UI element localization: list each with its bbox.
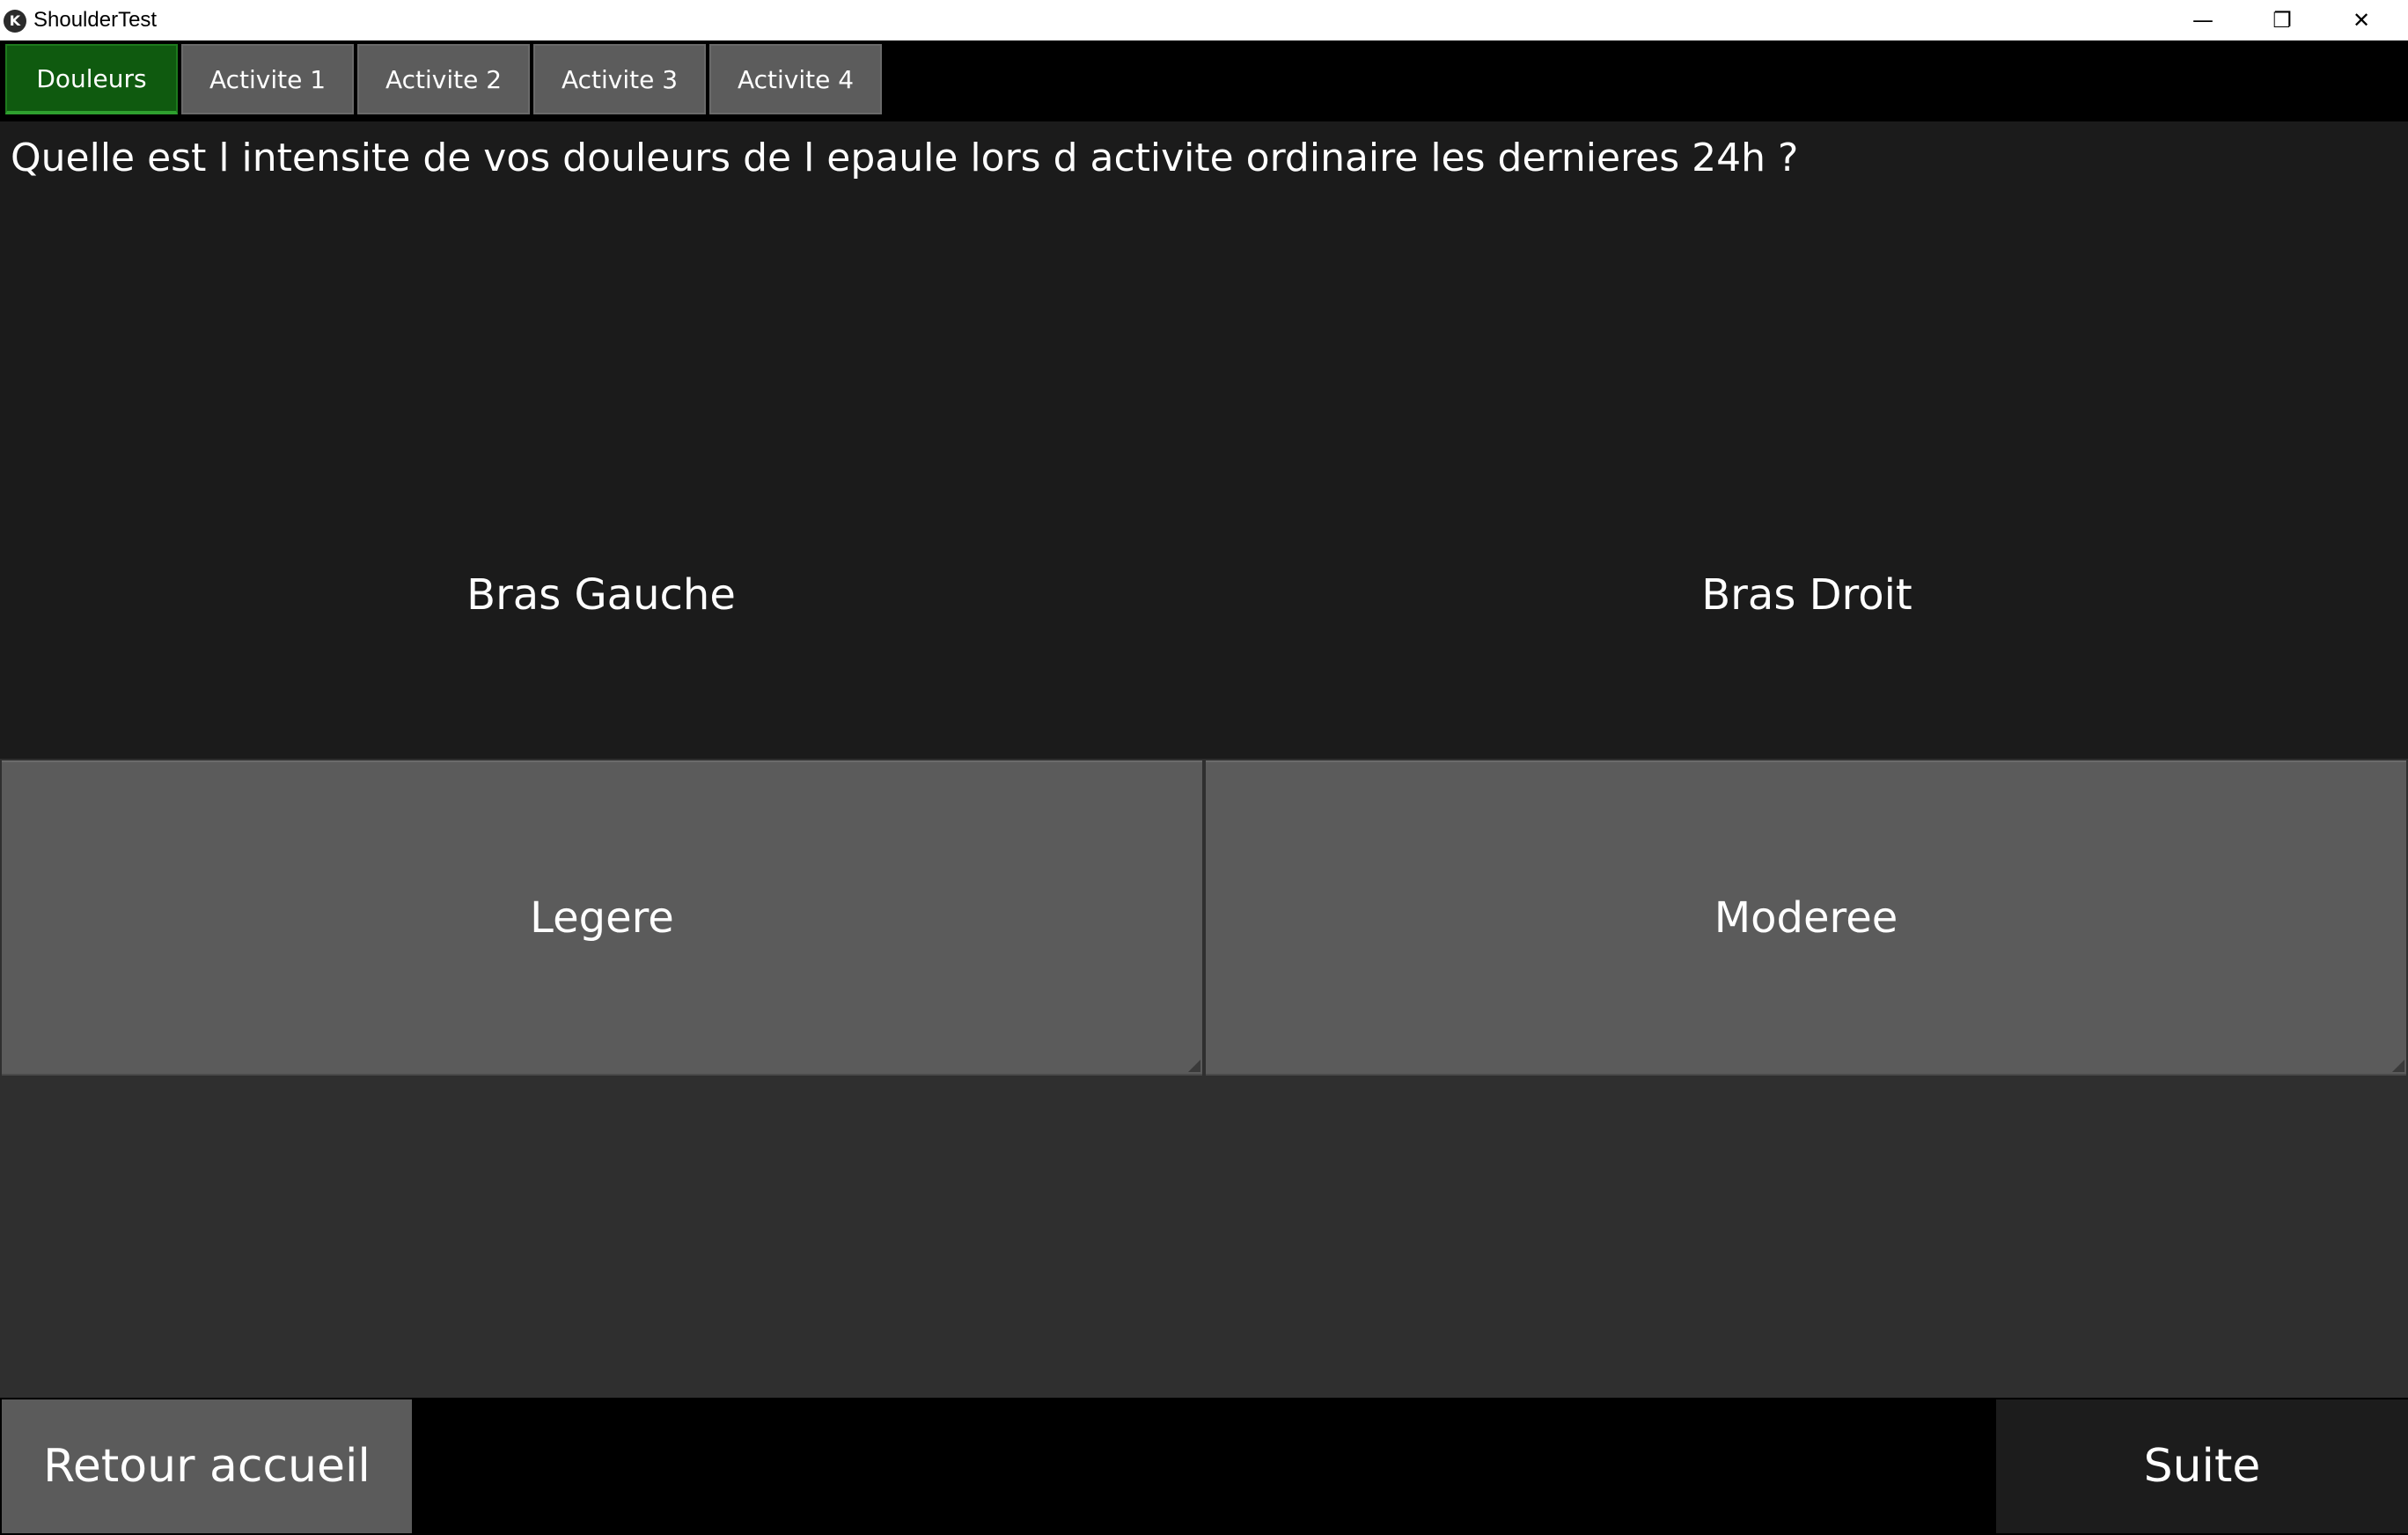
right-arm-answer-label: Moderee: [1714, 893, 1898, 943]
window-title-bar: K ShoulderTest — ❐ ✕: [0, 0, 2408, 40]
question-panel: Quelle est l intensite de vos douleurs d…: [0, 121, 2408, 1398]
tab-activite-2[interactable]: Activite 2: [357, 44, 530, 114]
footer-bar: Retour accueil Suite: [0, 1398, 2408, 1535]
dropdown-corner-icon: [1188, 1060, 1200, 1072]
tab-activite-1[interactable]: Activite 1: [181, 44, 354, 114]
right-arm-answer-button[interactable]: Moderee: [1206, 760, 2406, 1076]
dropdown-corner-icon: [2392, 1060, 2404, 1072]
back-home-button[interactable]: Retour accueil: [2, 1399, 412, 1533]
tab-activite-4[interactable]: Activite 4: [709, 44, 882, 114]
right-arm-label: Bras Droit: [1701, 570, 1912, 620]
left-arm-label: Bras Gauche: [466, 570, 736, 620]
left-arm-answer-button[interactable]: Legere: [2, 760, 1202, 1076]
close-icon[interactable]: ✕: [2322, 0, 2401, 40]
left-arm-answer-label: Legere: [530, 893, 674, 943]
tab-douleurs[interactable]: Douleurs: [5, 44, 178, 114]
tab-activite-3[interactable]: Activite 3: [533, 44, 706, 114]
window-title: ShoulderTest: [33, 8, 158, 32]
kivy-app-icon: K: [4, 10, 26, 33]
question-text: Quelle est l intensite de vos douleurs d…: [11, 136, 1799, 180]
next-button[interactable]: Suite: [1996, 1399, 2408, 1533]
question-area: Quelle est l intensite de vos douleurs d…: [0, 121, 2408, 759]
maximize-icon[interactable]: ❐: [2243, 0, 2322, 40]
minimize-icon[interactable]: —: [2163, 0, 2243, 40]
tab-bar: Douleurs Activite 1 Activite 2 Activite …: [0, 40, 2408, 121]
